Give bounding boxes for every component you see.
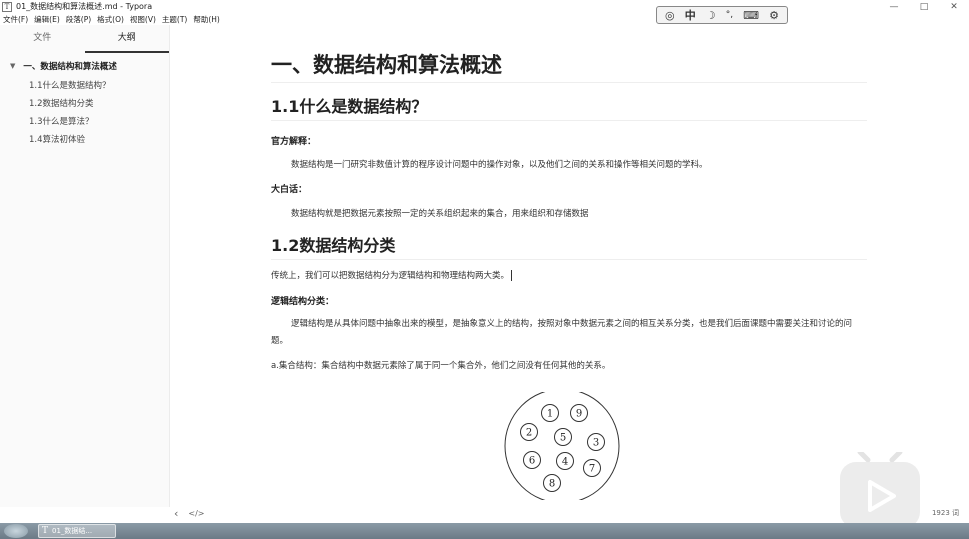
video-play-badge[interactable] — [838, 452, 922, 530]
outline-item-h1[interactable]: ▼ 一、数据结构和算法概述 — [0, 59, 169, 73]
text-cursor — [511, 270, 513, 281]
close-button[interactable]: ✕ — [939, 0, 969, 13]
word-count[interactable]: 1923 词 — [932, 508, 959, 518]
toggle-sidebar-icon[interactable]: ‹ — [174, 507, 178, 520]
outline-item-label: 一、数据结构和算法概述 — [23, 62, 117, 72]
editor-area[interactable]: 一、数据结构和算法概述 1.1什么是数据结构？ 官方解释： 数据结构是一门研究非… — [170, 25, 969, 507]
official-label[interactable]: 官方解释： — [271, 134, 316, 147]
logic-label[interactable]: 逻辑结构分类： — [271, 294, 334, 307]
source-code-icon[interactable]: </> — [188, 509, 204, 518]
menu-view[interactable]: 视图(V) — [127, 14, 159, 25]
taskbar-item-typora[interactable]: T 01_数据结... — [38, 524, 116, 538]
window-controls: — □ ✕ — [879, 0, 969, 13]
chevron-down-icon[interactable]: ▼ — [10, 62, 15, 70]
os-taskbar: T 01_数据结... — [0, 523, 969, 539]
plain-label[interactable]: 大白话： — [271, 182, 307, 195]
outline-item-1-1[interactable]: 1.1什么是数据结构？ — [0, 77, 169, 95]
menu-paragraph[interactable]: 段落(P) — [63, 14, 94, 25]
set-element-label: 2 — [526, 428, 532, 439]
set-element-label: 5 — [560, 433, 566, 444]
typora-logo-icon: T — [42, 526, 49, 536]
outline-item-1-4[interactable]: 1.4算法初体验 — [0, 131, 169, 149]
sidebar-tabs: 文件 大纲 — [0, 25, 169, 53]
set-element-label: 8 — [549, 479, 555, 490]
menu-help[interactable]: 帮助(H) — [190, 14, 223, 25]
menu-format[interactable]: 格式(O) — [94, 14, 127, 25]
window-title: 01_数据结构和算法概述.md - Typora — [16, 2, 153, 11]
official-paragraph[interactable]: 数据结构是一门研究非数值计算的程序设计问题中的操作对象，以及他们之间的关系和操作… — [291, 158, 708, 170]
menu-edit[interactable]: 编辑(E) — [31, 14, 63, 25]
set-elements: 1 9 2 5 3 6 4 7 8 — [520, 404, 605, 492]
doc-heading-1-2[interactable]: 1.2数据结构分类 — [271, 232, 395, 256]
minimize-button[interactable]: — — [879, 0, 909, 13]
sidebar: 文件 大纲 ▼ 一、数据结构和算法概述 1.1什么是数据结构？ 1.2数据结构分… — [0, 25, 170, 507]
heading-divider — [271, 82, 867, 83]
classification-text: 传统上，我们可以把数据结构分为逻辑结构和物理结构两大类。 — [271, 271, 510, 281]
ime-language-toggle[interactable]: 中 — [685, 7, 696, 23]
typora-window: T 01_数据结构和算法概述.md - Typora — □ ✕ 文件(F) 编… — [0, 0, 969, 539]
logic-paragraph[interactable]: 逻辑结构是从具体问题中抽象出来的模型，是抽象意义上的结构，按照对象中数据元素之间… — [271, 316, 867, 350]
outline-item-1-3[interactable]: 1.3什么是算法？ — [0, 113, 169, 131]
doc-heading-1[interactable]: 一、数据结构和算法概述 — [271, 49, 502, 79]
outline-item-1-2[interactable]: 1.2数据结构分类 — [0, 95, 169, 113]
set-element-label: 3 — [593, 438, 599, 449]
set-element-label: 7 — [589, 464, 595, 475]
set-element-label: 6 — [529, 456, 535, 467]
maximize-button[interactable]: □ — [909, 0, 939, 13]
moon-icon[interactable]: ☽ — [706, 9, 716, 22]
menu-file[interactable]: 文件(F) — [0, 14, 31, 25]
keyboard-icon[interactable]: ⌨ — [743, 9, 759, 22]
title-bar: T 01_数据结构和算法概述.md - Typora — □ ✕ — [0, 0, 969, 13]
menu-theme[interactable]: 主题(T) — [159, 14, 190, 25]
gear-icon[interactable]: ⚙ — [769, 9, 779, 22]
punctuation-icon[interactable]: °, — [726, 10, 733, 20]
menu-bar: 文件(F) 编辑(E) 段落(P) 格式(O) 视图(V) 主题(T) 帮助(H… — [0, 13, 969, 25]
ime-toolbar: ◎ 中 ☽ °, ⌨ ⚙ — [656, 6, 788, 24]
typora-logo-icon: T — [2, 1, 12, 12]
heading-divider — [271, 120, 867, 121]
plain-paragraph[interactable]: 数据结构就是把数据元素按照一定的关系组织起来的集合，用来组织和存储数据 — [291, 207, 589, 219]
taskbar-item-label: 01_数据结... — [52, 527, 93, 535]
ime-logo-icon[interactable]: ◎ — [665, 9, 675, 22]
tab-outline[interactable]: 大纲 — [84, 25, 169, 53]
tab-files[interactable]: 文件 — [0, 25, 85, 53]
outline-tree: ▼ 一、数据结构和算法概述 1.1什么是数据结构？ 1.2数据结构分类 1.3什… — [0, 53, 169, 149]
badge-body — [840, 462, 920, 528]
set-element-label: 1 — [547, 409, 553, 420]
badge-ears — [857, 452, 903, 463]
set-element-label: 9 — [576, 409, 582, 420]
set-paragraph[interactable]: a.集合结构：集合结构中数据元素除了属于同一个集合外，他们之间没有任何其他的关系… — [271, 359, 610, 371]
classification-paragraph[interactable]: 传统上，我们可以把数据结构分为逻辑结构和物理结构两大类。 — [271, 269, 513, 281]
set-element-label: 4 — [562, 457, 568, 468]
start-button[interactable] — [4, 524, 28, 538]
status-left: ‹ </> — [174, 507, 215, 520]
doc-heading-1-1[interactable]: 1.1什么是数据结构？ — [271, 93, 427, 117]
heading-divider — [271, 259, 867, 260]
set-structure-diagram: 1 9 2 5 3 6 4 7 8 — [504, 392, 620, 500]
